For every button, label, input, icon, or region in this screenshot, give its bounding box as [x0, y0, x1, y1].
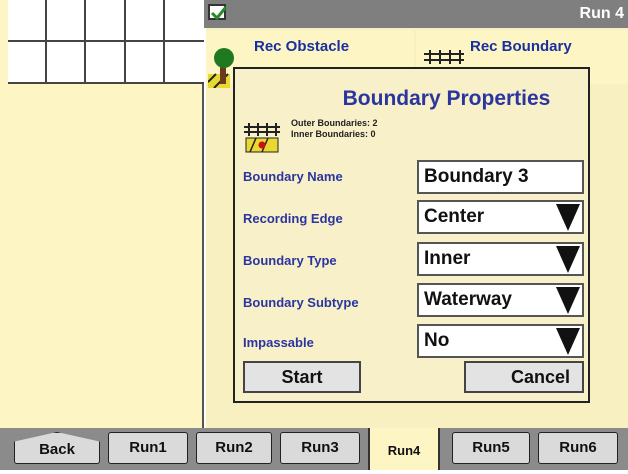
grid-cell: [8, 42, 48, 84]
tab-run3[interactable]: Run3: [280, 432, 360, 464]
boundary-icon: [244, 123, 280, 153]
boundary-type-label: Boundary Type: [243, 253, 337, 268]
grid-cell: [164, 0, 204, 42]
dropdown-arrow-icon: [556, 204, 580, 231]
tab-run1[interactable]: Run1: [108, 432, 188, 464]
dropdown-arrow-icon: [556, 287, 580, 314]
grid-cell: [86, 0, 126, 42]
start-button[interactable]: Start: [243, 361, 361, 393]
rec-boundary-label: Rec Boundary: [470, 38, 572, 55]
dropdown-arrow-icon: [556, 328, 580, 355]
boundary-properties-dialog: Boundary Properties Outer Boundaries: 2 …: [233, 67, 590, 403]
boundary-subtype-value: Waterway: [424, 289, 512, 310]
boundary-name-label: Boundary Name: [243, 169, 343, 184]
run-label: Run 4: [579, 5, 624, 22]
recording-edge-label: Recording Edge: [243, 211, 343, 226]
checkbox-icon[interactable]: [208, 4, 228, 21]
grid-cell: [164, 42, 204, 84]
outer-boundaries-count: Outer Boundaries: 2: [291, 118, 378, 128]
recording-edge-value: Center: [424, 206, 485, 227]
status-grid: [8, 0, 204, 84]
recording-edge-dropdown[interactable]: Center: [417, 200, 584, 234]
inner-boundaries-count: Inner Boundaries: 0: [291, 129, 376, 139]
dialog-title: Boundary Properties: [342, 87, 551, 110]
tab-run2[interactable]: Run2: [196, 432, 272, 464]
left-panel: [0, 0, 204, 428]
grid-cell: [86, 42, 126, 84]
grid-cell: [125, 42, 165, 84]
boundary-subtype-label: Boundary Subtype: [243, 295, 359, 310]
grid-cell: [47, 42, 87, 84]
boundary-name-input[interactable]: Boundary 3: [417, 160, 584, 194]
fence-icon: [424, 50, 464, 64]
boundary-type-dropdown[interactable]: Inner: [417, 242, 584, 276]
tab-run6[interactable]: Run6: [538, 432, 618, 464]
cancel-button[interactable]: Cancel: [464, 361, 584, 393]
top-bar: Run 4: [204, 0, 628, 28]
grid-cell: [47, 0, 87, 42]
dropdown-arrow-icon: [556, 246, 580, 273]
boundary-type-value: Inner: [424, 248, 471, 269]
grid-cell: [8, 0, 48, 42]
grid-cell: [125, 0, 165, 42]
tab-run4[interactable]: Run4: [368, 428, 440, 470]
rec-obstacle-label: Rec Obstacle: [254, 38, 350, 55]
boundary-subtype-dropdown[interactable]: Waterway: [417, 283, 584, 317]
impassable-dropdown[interactable]: No: [417, 324, 584, 358]
impassable-label: Impassable: [243, 335, 314, 350]
tab-run5[interactable]: Run5: [452, 432, 530, 464]
boundary-name-value: Boundary 3: [424, 166, 529, 187]
impassable-value: No: [424, 330, 450, 351]
